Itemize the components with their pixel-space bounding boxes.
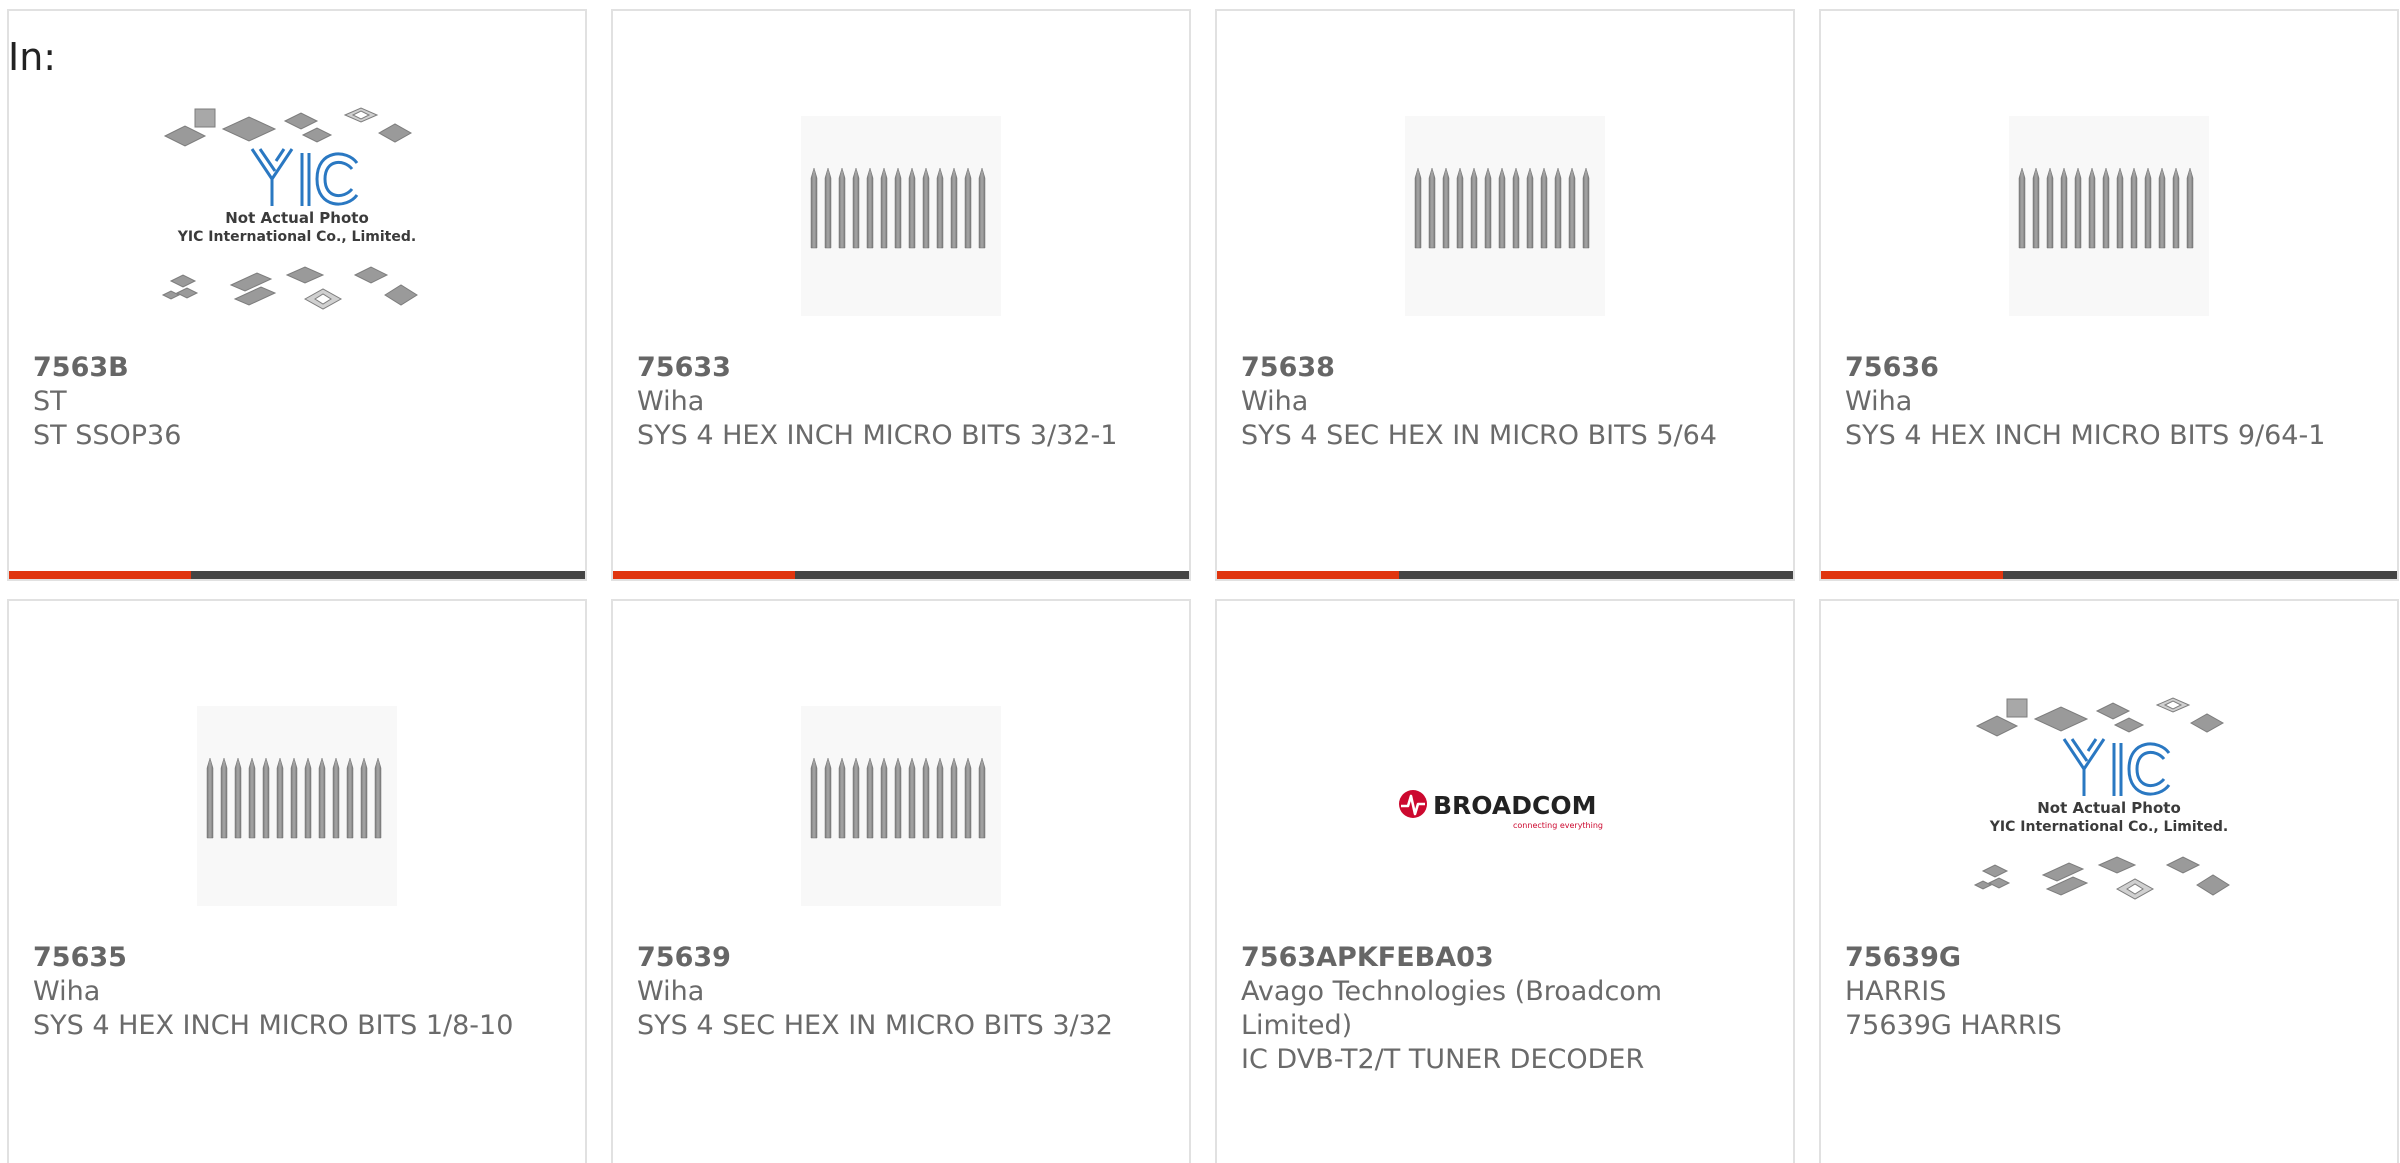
broadcom-tagline-text: connecting everything xyxy=(1513,821,1603,830)
description: ST SSOP36 xyxy=(33,420,182,451)
product-grid: Not Actual Photo YIC International Co., … xyxy=(7,9,2399,1163)
placeholder-line2: YIC International Co., Limited. xyxy=(177,229,416,245)
part-number[interactable]: 75638 xyxy=(1241,351,1769,385)
product-info: 75639G HARRIS 75639G HARRIS xyxy=(1845,941,2373,1043)
broadcom-logo-icon: BROADCOM connecting everything xyxy=(1399,790,1603,830)
broadcom-brand-text: BROADCOM xyxy=(1433,791,1596,820)
description: SYS 4 HEX INCH MICRO BITS 1/8-10 xyxy=(33,1010,514,1041)
manufacturer: Wiha xyxy=(637,976,705,1007)
product-info: 75636 Wiha SYS 4 HEX INCH MICRO BITS 9/6… xyxy=(1845,351,2373,453)
product-info: 7563APKFEBA03 Avago Technologies (Broadc… xyxy=(1241,941,1769,1077)
description: SYS 4 SEC HEX IN MICRO BITS 5/64 xyxy=(1241,420,1717,451)
product-photo xyxy=(9,681,585,931)
results-heading: In: xyxy=(8,35,57,79)
part-number[interactable]: 75639 xyxy=(637,941,1165,975)
product-photo: Not Actual Photo YIC International Co., … xyxy=(9,91,585,341)
card-bottom-bar xyxy=(9,571,585,579)
product-card[interactable]: 75638 Wiha SYS 4 SEC HEX IN MICRO BITS 5… xyxy=(1215,9,1795,581)
product-card[interactable]: 75639 Wiha SYS 4 SEC HEX IN MICRO BITS 3… xyxy=(611,599,1191,1163)
product-info: 75635 Wiha SYS 4 HEX INCH MICRO BITS 1/8… xyxy=(33,941,561,1043)
card-accent-bar xyxy=(1217,571,1399,579)
card-bottom-bar xyxy=(1821,571,2397,579)
product-card[interactable]: BROADCOM connecting everything 7563APKFE… xyxy=(1215,599,1795,1163)
placeholder-line2: YIC International Co., Limited. xyxy=(1989,819,2228,835)
card-accent-bar xyxy=(613,571,795,579)
micro-bits-icon xyxy=(197,706,397,906)
manufacturer: ST xyxy=(33,386,67,417)
product-photo xyxy=(613,681,1189,931)
description: 75639G HARRIS xyxy=(1845,1010,2062,1041)
part-number[interactable]: 75639G xyxy=(1845,941,2373,975)
product-info: 75638 Wiha SYS 4 SEC HEX IN MICRO BITS 5… xyxy=(1241,351,1769,453)
product-card[interactable]: Not Actual Photo YIC International Co., … xyxy=(1819,599,2399,1163)
part-number[interactable]: 7563B xyxy=(33,351,561,385)
placeholder-line1: Not Actual Photo xyxy=(225,209,369,227)
product-info: 75639 Wiha SYS 4 SEC HEX IN MICRO BITS 3… xyxy=(637,941,1165,1043)
micro-bits-icon xyxy=(2009,116,2209,316)
part-number[interactable]: 75633 xyxy=(637,351,1165,385)
micro-bits-icon xyxy=(1405,116,1605,316)
placeholder-line1: Not Actual Photo xyxy=(2037,799,2181,817)
product-photo: BROADCOM connecting everything xyxy=(1217,681,1793,931)
product-photo: Not Actual Photo YIC International Co., … xyxy=(1821,681,2397,931)
card-bottom-bar xyxy=(1217,571,1793,579)
placeholder-chips-icon: Not Actual Photo YIC International Co., … xyxy=(1973,697,2230,900)
micro-bits-icon xyxy=(801,706,1001,906)
product-results-page: In: Not Actual Photo YIC International C… xyxy=(0,0,2400,1163)
manufacturer: Wiha xyxy=(33,976,101,1007)
description: SYS 4 HEX INCH MICRO BITS 9/64-1 xyxy=(1845,420,2326,451)
description: IC DVB-T2/T TUNER DECODER xyxy=(1241,1044,1645,1075)
part-number[interactable]: 75635 xyxy=(33,941,561,975)
card-accent-bar xyxy=(1821,571,2003,579)
manufacturer: Avago Technologies (Broadcom Limited) xyxy=(1241,976,1663,1041)
part-number[interactable]: 7563APKFEBA03 xyxy=(1241,941,1769,975)
manufacturer: Wiha xyxy=(1845,386,1913,417)
product-photo xyxy=(1821,91,2397,341)
product-info: 7563B ST ST SSOP36 xyxy=(33,351,561,453)
product-photo xyxy=(613,91,1189,341)
description: SYS 4 HEX INCH MICRO BITS 3/32-1 xyxy=(637,420,1118,451)
product-card[interactable]: Not Actual Photo YIC International Co., … xyxy=(7,9,587,581)
product-card[interactable]: 75633 Wiha SYS 4 HEX INCH MICRO BITS 3/3… xyxy=(611,9,1191,581)
manufacturer: Wiha xyxy=(1241,386,1309,417)
card-accent-bar xyxy=(9,571,191,579)
product-card[interactable]: 75635 Wiha SYS 4 HEX INCH MICRO BITS 1/8… xyxy=(7,599,587,1163)
placeholder-chips-icon: Not Actual Photo YIC International Co., … xyxy=(161,107,418,310)
manufacturer: HARRIS xyxy=(1845,976,1947,1007)
description: SYS 4 SEC HEX IN MICRO BITS 3/32 xyxy=(637,1010,1113,1041)
manufacturer: Wiha xyxy=(637,386,705,417)
card-bottom-bar xyxy=(613,571,1189,579)
part-number[interactable]: 75636 xyxy=(1845,351,2373,385)
product-photo xyxy=(1217,91,1793,341)
micro-bits-icon xyxy=(801,116,1001,316)
product-card[interactable]: 75636 Wiha SYS 4 HEX INCH MICRO BITS 9/6… xyxy=(1819,9,2399,581)
product-info: 75633 Wiha SYS 4 HEX INCH MICRO BITS 3/3… xyxy=(637,351,1165,453)
